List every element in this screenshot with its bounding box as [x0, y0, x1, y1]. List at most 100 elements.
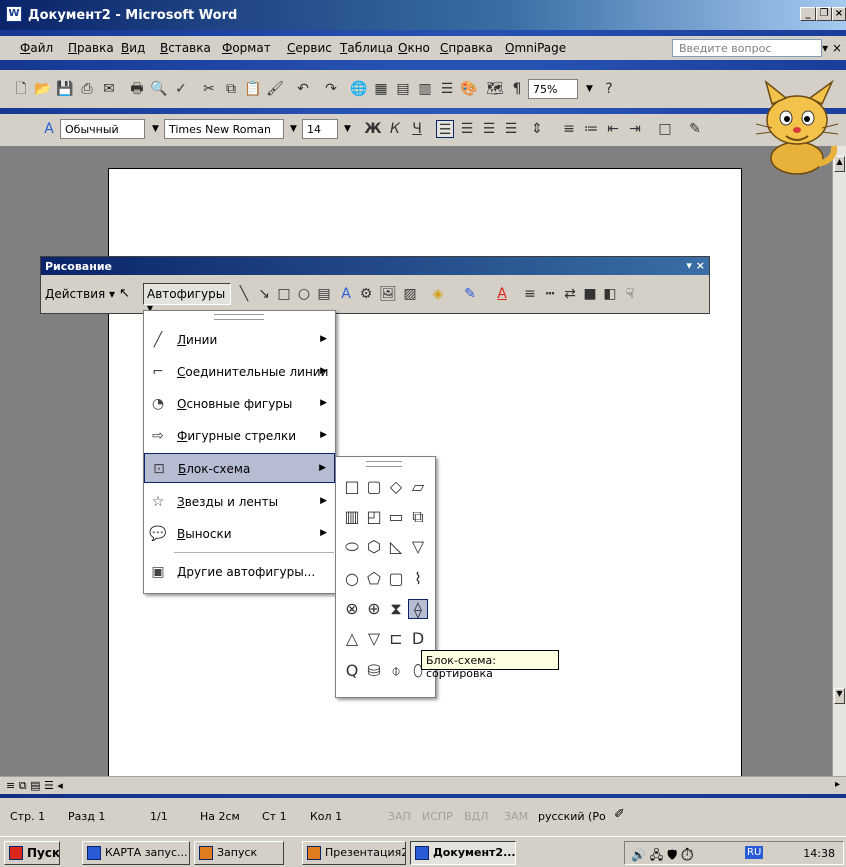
line-style-icon[interactable]: ≡ [521, 285, 539, 303]
zoom-select[interactable]: 75% [528, 79, 578, 99]
scroll-down-icon[interactable]: ▼ [834, 688, 845, 704]
close-button[interactable]: × [832, 7, 846, 21]
menu-file[interactable]: Файл [20, 41, 53, 55]
menu-tools[interactable]: Сервис [287, 41, 332, 55]
show-hide-icon[interactable]: ¶ [508, 80, 526, 98]
menu-table[interactable]: Таблица [340, 41, 393, 55]
view-buttons-icon[interactable]: ≡ ⧉ ▤ ☰ ◂ [6, 779, 63, 793]
borders-icon[interactable]: □ [656, 120, 674, 138]
save-icon[interactable]: 💾 [56, 80, 74, 98]
numbering-icon[interactable]: ≡ [560, 120, 578, 138]
shadow-icon[interactable]: ■ [581, 285, 599, 303]
manual-operation-shape[interactable]: ▽ [408, 537, 428, 557]
size-dropdown-icon[interactable]: ▼ [344, 124, 351, 134]
zoom-dropdown-icon[interactable]: ▼ [586, 84, 593, 94]
minimize-button[interactable]: _ [800, 7, 816, 21]
vertical-scrollbar[interactable]: ▲ ▼ [832, 146, 846, 776]
or-shape[interactable]: ⊕ [364, 599, 384, 619]
magnetic-disk-shape[interactable]: ⛁ [364, 661, 384, 681]
language-indicator[interactable]: RU [745, 846, 764, 859]
document-shape[interactable]: ▭ [386, 507, 406, 527]
close-icon[interactable]: ▾ × [686, 259, 705, 272]
stored-data-shape[interactable]: ⊏ [386, 629, 406, 649]
task-zapusk[interactable]: Запуск [194, 841, 284, 865]
question-input[interactable]: Введите вопрос [672, 39, 822, 57]
terminator-shape[interactable]: ⬭ [342, 537, 362, 557]
style-select[interactable]: Обычный [60, 119, 145, 139]
menu-item-basic-shapes[interactable]: ◔ Основные фигуры ▶ [144, 389, 335, 419]
redo-icon[interactable]: ↷ [322, 80, 340, 98]
new-document-icon[interactable]: 🗋 [12, 80, 30, 98]
3d-icon[interactable]: ◧ [601, 285, 619, 303]
sequential-access-storage-shape[interactable]: Q [342, 661, 362, 681]
drawing-toolbar-title[interactable]: Рисование ▾ × [41, 257, 709, 275]
font-dropdown-icon[interactable]: ▼ [290, 124, 297, 134]
line-spacing-icon[interactable]: ⇕ [528, 120, 546, 138]
line-color-icon[interactable]: ✎ [461, 285, 479, 303]
format-painter-icon[interactable]: 🖌 [266, 80, 284, 98]
internal-storage-shape[interactable]: ◰ [364, 507, 384, 527]
preparation-shape[interactable]: ⬡ [364, 537, 384, 557]
bullets-icon[interactable]: ≔ [582, 120, 600, 138]
italic-button[interactable]: К [386, 120, 404, 138]
process-shape[interactable]: □ [342, 477, 362, 497]
arrow-icon[interactable]: ↘ [255, 285, 273, 303]
font-size-select[interactable]: 14 [302, 119, 338, 139]
extract-shape[interactable]: △ [342, 629, 362, 649]
cut-icon[interactable]: ✂ [200, 80, 218, 98]
menu-window[interactable]: Окно [398, 41, 430, 55]
menu-format[interactable]: Формат [222, 41, 271, 55]
insert-excel-icon[interactable]: ▥ [416, 80, 434, 98]
status-trk[interactable]: ИСПР [422, 810, 453, 823]
task-presentation[interactable]: Презентация2 [302, 841, 406, 865]
hyperlink-icon[interactable]: 🌐 [350, 80, 368, 98]
line-icon[interactable]: ╲ [235, 285, 253, 303]
offpage-connector-shape[interactable]: ⬠ [364, 569, 384, 589]
manual-input-shape[interactable]: ◺ [386, 537, 406, 557]
task-document2[interactable]: Документ2... [410, 841, 516, 865]
menu-view[interactable]: Вид [121, 41, 145, 55]
merge-shape[interactable]: ▽ [364, 629, 384, 649]
styles-icon[interactable]: A [40, 120, 58, 138]
wordart-icon[interactable]: A [337, 285, 355, 303]
horizontal-scrollbar[interactable]: ≡ ⧉ ▤ ☰ ◂ ▸ [0, 776, 846, 794]
tray-icons[interactable]: 🔊 🖧 🛡 ⏱ [631, 846, 693, 867]
actions-button[interactable]: Действия ▾ [45, 287, 115, 301]
status-ext[interactable]: ВДЛ [464, 810, 488, 823]
menu-item-block-arrows[interactable]: ⇨ Фигурные стрелки ▶ [144, 421, 335, 451]
menu-item-callouts[interactable]: 💬 Выноски ▶ [144, 519, 335, 549]
columns-icon[interactable]: ☰ [438, 80, 456, 98]
align-left-icon[interactable]: ☰ [436, 120, 454, 138]
summing-junction-shape[interactable]: ⊗ [342, 599, 362, 619]
sort-shape[interactable]: ⟠ [408, 599, 428, 619]
menu-item-stars-banners[interactable]: ☆ Звезды и ленты ▶ [144, 487, 335, 517]
menu-drag-handle[interactable] [214, 314, 264, 320]
oval-icon[interactable]: ○ [295, 285, 313, 303]
card-shape[interactable]: ▢ [386, 569, 406, 589]
print-preview-icon[interactable]: 🔍 [150, 80, 168, 98]
dash-style-icon[interactable]: ┅ [541, 285, 559, 303]
email-icon[interactable]: ✉ [100, 80, 118, 98]
autoshapes-button[interactable]: Автофигуры ▾ [143, 283, 231, 315]
font-select[interactable]: Times New Roman [164, 119, 284, 139]
document-map-icon[interactable]: 🗺 [486, 80, 504, 98]
print-icon[interactable]: 🖶 [128, 80, 146, 98]
increase-indent-icon[interactable]: ⇥ [626, 120, 644, 138]
insert-table-icon[interactable]: ▤ [394, 80, 412, 98]
menu-item-connectors[interactable]: ⌐ Соединительные линии ▶ [144, 357, 335, 387]
punched-tape-shape[interactable]: ⌇ [408, 569, 428, 589]
spelling-icon[interactable]: ✓ [172, 80, 190, 98]
underline-button[interactable]: Ч [408, 120, 426, 138]
menu-item-lines[interactable]: ╱ Линии ▶ [144, 325, 335, 355]
highlight-icon[interactable]: ✎ [686, 120, 704, 138]
restore-button[interactable]: ❐ [816, 7, 832, 21]
task-karta[interactable]: КАРТА запус... [82, 841, 190, 865]
bold-button[interactable]: Ж [364, 120, 382, 138]
direct-access-storage-shape[interactable]: ⌽ [386, 661, 406, 681]
connector-shape[interactable]: ○ [342, 569, 362, 589]
status-rec[interactable]: ЗАП [388, 810, 411, 823]
menu-help[interactable]: Справка [440, 41, 493, 55]
text-box-icon[interactable]: ▤ [315, 285, 333, 303]
status-ovr[interactable]: ЗАМ [504, 810, 528, 823]
predefined-process-shape[interactable]: ▥ [342, 507, 362, 527]
